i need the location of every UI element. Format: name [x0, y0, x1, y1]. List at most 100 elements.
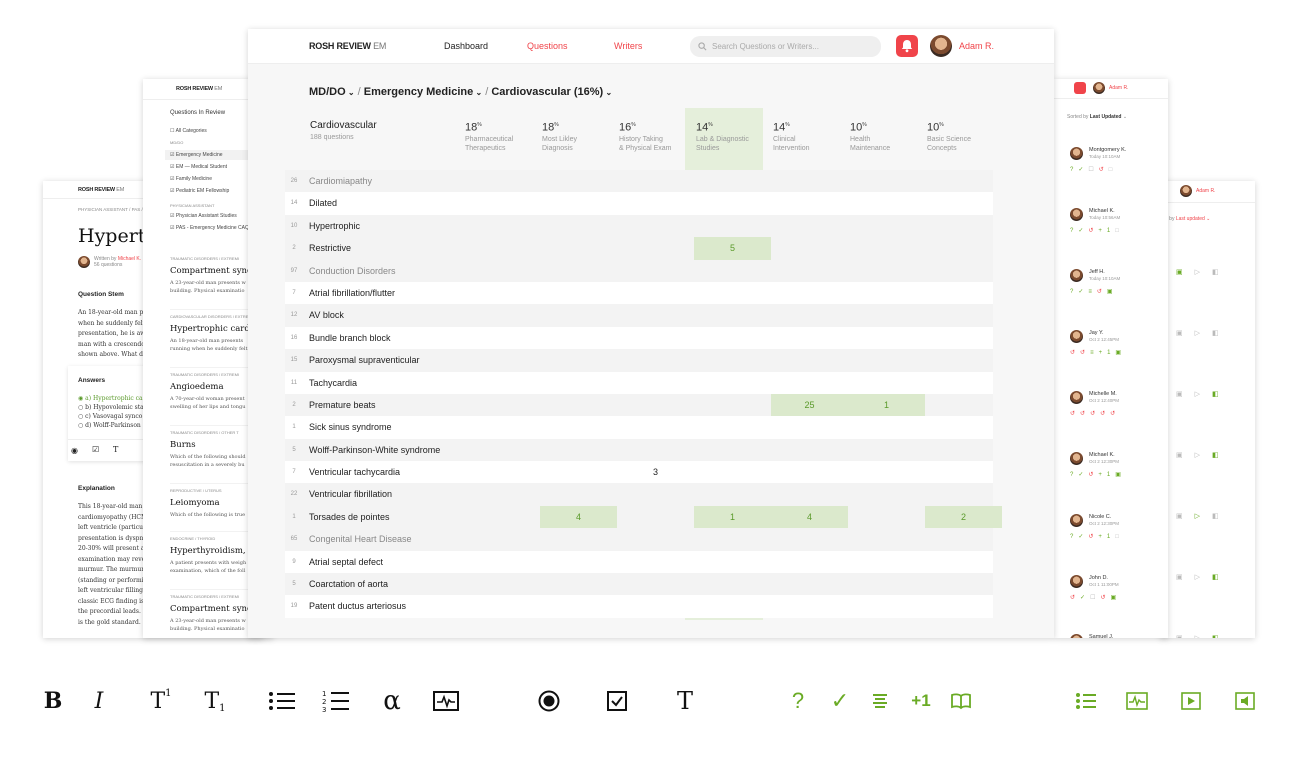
status-icon[interactable]: ↺	[1070, 350, 1080, 356]
numbered-list-button[interactable]: 123	[320, 688, 352, 714]
breadcrumb-item[interactable]: MD/DO ⌄	[309, 86, 355, 98]
writer-row[interactable]: Samuel J.	[1070, 634, 1165, 638]
status-icon[interactable]: ▣	[1107, 289, 1118, 295]
matrix-cell[interactable]: 2	[925, 505, 1002, 529]
speaker-icon[interactable]: ◧	[1212, 513, 1231, 520]
status-icon[interactable]: ↺	[1097, 289, 1107, 295]
status-icon[interactable]: ↺	[1080, 350, 1090, 356]
logo[interactable]: ROSH REVIEW EM	[309, 41, 386, 51]
breadcrumb-item[interactable]: Cardiovascular (16%) ⌄	[491, 86, 612, 98]
ecg-icon[interactable]: ▣	[1176, 635, 1195, 638]
group-row[interactable]: 26 Cardiomiapathy	[285, 170, 993, 193]
group-row[interactable]: 65 Congenital Heart Disease	[285, 528, 993, 551]
column-header[interactable]: 10% Basic Science Concepts	[927, 119, 971, 153]
status-icon[interactable]: +1	[1098, 534, 1115, 540]
play-icon[interactable]: ▷	[1195, 574, 1212, 581]
column-header[interactable]: 18% Most Likley Diagnosis	[542, 119, 577, 153]
status-icon[interactable]: ↺	[1070, 595, 1080, 601]
status-icon[interactable]: ✓	[1078, 228, 1088, 234]
table-row[interactable]: 5 Wolff-Parkinson-White syndrome	[285, 438, 993, 462]
speaker-icon[interactable]: ◧	[1212, 269, 1231, 276]
bullet-list-button[interactable]	[266, 688, 298, 714]
writer-row[interactable]: Michael K. Oct 2 12:30PM ?✓↺+1▣	[1070, 452, 1165, 492]
table-row[interactable]: 14 Dilated	[285, 192, 993, 215]
table-row[interactable]: 2 Premature beats 25 1	[285, 393, 993, 417]
status-icon[interactable]: +1	[1098, 228, 1115, 234]
table-row[interactable]: 7 Ventricular tachycardia 3	[285, 461, 993, 484]
nav-questions[interactable]: Questions	[527, 41, 568, 51]
status-icon[interactable]: ☐	[1090, 595, 1100, 601]
ecg-icon[interactable]: ▣	[1176, 452, 1195, 459]
question-button[interactable]: ?	[786, 688, 810, 714]
all-categories[interactable]: ☐ All Categories	[170, 128, 207, 134]
table-row[interactable]: 2 Restrictive 5	[285, 237, 993, 260]
status-icon[interactable]: □	[1115, 228, 1124, 234]
speaker-icon[interactable]: ◧	[1212, 574, 1231, 581]
table-row[interactable]: 16 Bundle branch block	[285, 326, 993, 350]
table-row[interactable]: 5 Coarctation of aorta	[285, 573, 993, 596]
matrix-cell[interactable]: 4	[771, 505, 848, 529]
matrix-cell[interactable]: 1	[848, 393, 925, 417]
table-row[interactable]: 1 Sick sinus syndrome	[285, 416, 993, 439]
category-item[interactable]: ☑ Family Medicine	[170, 176, 229, 188]
notification-button[interactable]	[896, 35, 918, 57]
explanation-text[interactable]: This 18-year-old man h cardiomyopathy (HC…	[78, 502, 153, 638]
play-icon[interactable]: ▷	[1195, 269, 1212, 276]
notification-button[interactable]	[1074, 82, 1086, 94]
nav-dashboard[interactable]: Dashboard	[444, 41, 488, 51]
status-icon[interactable]: ↺	[1100, 411, 1110, 417]
sort-control[interactable]: Sorted by Last Updated ⌄	[1067, 114, 1127, 120]
speaker-icon[interactable]: ◧	[1212, 635, 1231, 638]
status-icon[interactable]: ↺	[1088, 472, 1098, 478]
audio-button[interactable]	[1232, 688, 1258, 714]
status-icon[interactable]: ▣	[1110, 595, 1121, 601]
speaker-icon[interactable]: ◧	[1212, 391, 1231, 398]
status-icon[interactable]: ↺	[1110, 411, 1120, 417]
category-item[interactable]: ☑ Physician Assistant Studies	[170, 213, 249, 225]
breadcrumb-item[interactable]: Emergency Medicine ⌄	[364, 86, 482, 98]
status-icon[interactable]: ↺	[1088, 534, 1098, 540]
column-header[interactable]: 10% Health Maintenance	[850, 119, 890, 153]
radio-tool-icon[interactable]: ◉	[71, 446, 78, 455]
answer-option[interactable]: ○ c) Vasovagal synco	[78, 412, 144, 421]
user-name[interactable]: Adam R.	[959, 41, 994, 51]
status-icon[interactable]: ▣	[1115, 472, 1126, 478]
status-icon[interactable]: ↺	[1080, 411, 1090, 417]
user-name[interactable]: Adam R.	[1109, 85, 1128, 91]
checkbox-tool-icon[interactable]: ☑	[92, 445, 99, 454]
matrix-cell[interactable]: 25	[771, 393, 848, 417]
status-icon[interactable]: ▣	[1115, 350, 1126, 356]
approve-button[interactable]: ✓	[828, 688, 852, 714]
table-row[interactable]: 22 Ventricular fibrillation	[285, 483, 993, 506]
category-item[interactable]: ☑ Emergency Medicine	[170, 152, 229, 164]
table-row[interactable]: 19 Patent ductus arteriosus	[285, 595, 993, 618]
play-icon[interactable]: ▷	[1195, 452, 1212, 459]
table-row[interactable]: 12 AV block	[285, 304, 993, 327]
column-header[interactable]: 14% Clinical Intervention	[773, 119, 810, 153]
table-row[interactable]: 10 Hypertrophic	[285, 214, 993, 238]
checkbox-answer-button[interactable]	[603, 688, 631, 714]
answer-option[interactable]: ○ b) Hypovolemic sta	[78, 403, 144, 412]
status-icon[interactable]: □	[1109, 167, 1118, 173]
status-icon[interactable]: ↺	[1088, 228, 1098, 234]
writer-row[interactable]: Jeff H. Today 10:10AM ?✓≡↺▣	[1070, 269, 1165, 309]
matrix-cell[interactable]: 4	[540, 505, 617, 529]
table-row[interactable]: 11 Tachycardia	[285, 371, 993, 394]
reference-button[interactable]	[948, 688, 974, 714]
speaker-icon[interactable]: ◧	[1212, 330, 1231, 337]
matrix-cell[interactable]: 1	[694, 505, 771, 529]
question-stem-text[interactable]: An 18-year-old man p when he suddenly fel…	[78, 308, 145, 361]
bold-button[interactable]: B	[40, 688, 66, 714]
text-tool-icon[interactable]: T	[113, 445, 118, 454]
align-button[interactable]	[868, 688, 892, 714]
writer-row[interactable]: John D. Oct 1 11:00PM ↺✓☐↺▣	[1070, 575, 1165, 615]
category-item[interactable]: ☑ PAS - Emergency Medicine CAQ	[170, 225, 249, 237]
writer-row[interactable]: Jay Y. Oct 2 12:45PM ↺↺≡+1▣	[1070, 330, 1165, 370]
play-icon[interactable]: ▷	[1195, 391, 1212, 398]
status-icon[interactable]: ✓	[1078, 534, 1088, 540]
status-icon[interactable]: ☐	[1088, 167, 1098, 173]
column-header[interactable]: 16% History Taking & Physical Exam	[619, 119, 672, 153]
status-icon[interactable]: ≡	[1090, 350, 1099, 356]
speaker-icon[interactable]: ◧	[1212, 452, 1231, 459]
alpha-symbol-button[interactable]: α	[378, 686, 406, 716]
